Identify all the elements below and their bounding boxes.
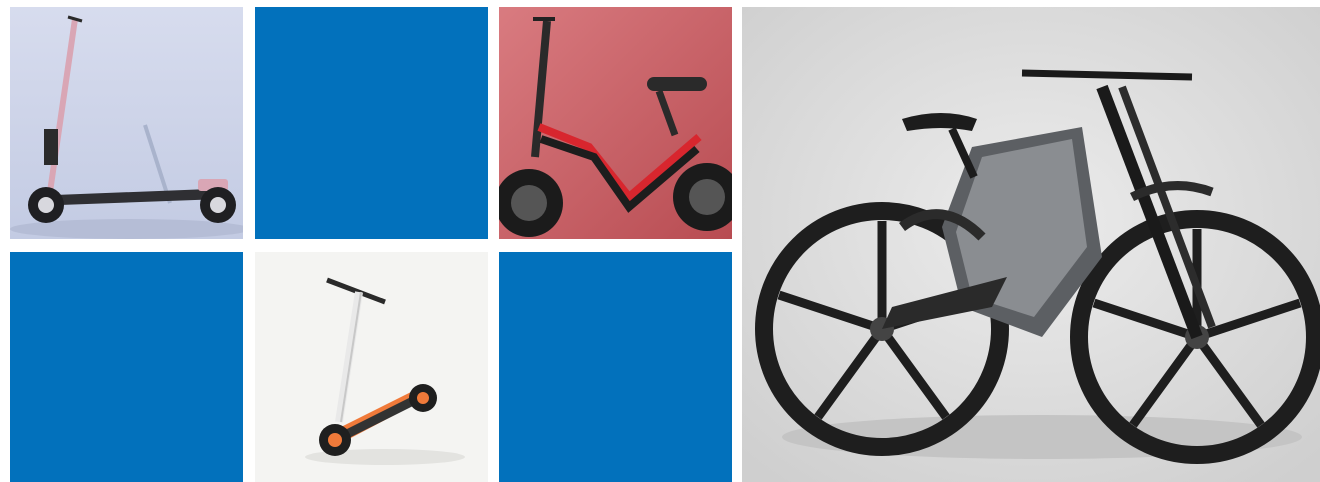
electric-mountain-bike-image [742,7,1320,482]
orange-scooter-tile[interactable] [255,252,488,482]
electric-mountain-bike-tile[interactable] [742,7,1320,482]
pink-scooter-tile[interactable] [10,7,243,239]
blue-tile-1 [255,7,488,239]
seated-ebike-tile[interactable] [499,7,732,239]
blue-tile-3 [499,252,732,482]
pink-scooter-image [10,7,243,239]
orange-scooter-image [255,252,488,482]
seated-ebike-image [499,7,732,239]
blue-tile-2 [10,252,243,482]
